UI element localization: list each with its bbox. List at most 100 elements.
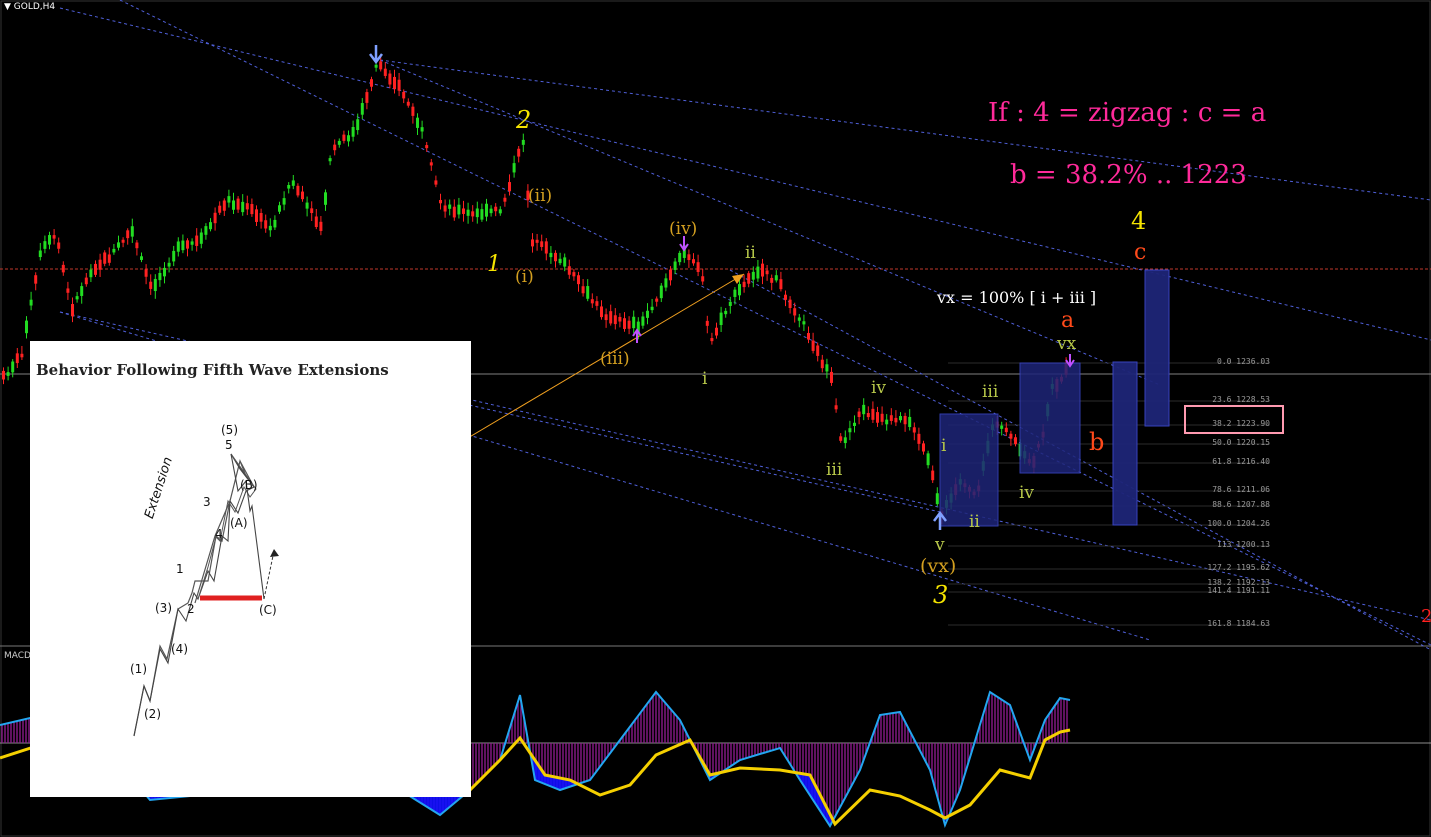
bull-candle bbox=[650, 306, 654, 311]
bull-candle bbox=[558, 258, 562, 264]
bear-candle bbox=[705, 320, 709, 326]
bear-candle bbox=[747, 273, 751, 284]
bull-candle bbox=[181, 240, 185, 251]
bear-candle bbox=[880, 413, 884, 422]
inset-arrow-icon bbox=[270, 549, 279, 557]
bear-candle bbox=[411, 106, 415, 116]
inset-wave-label: (A) bbox=[230, 516, 248, 530]
wave-label-i-sub: i bbox=[941, 436, 947, 456]
bear-candle bbox=[876, 412, 879, 423]
bear-candle bbox=[696, 262, 700, 272]
bear-candle bbox=[894, 417, 898, 423]
bull-candle bbox=[351, 127, 355, 137]
inset-wave-label: (2) bbox=[144, 707, 161, 721]
wave-label-a: a bbox=[1061, 308, 1075, 333]
wave-label-c: c bbox=[1134, 240, 1147, 265]
bull-candle bbox=[347, 135, 350, 142]
bear-candle bbox=[425, 145, 429, 149]
bear-candle bbox=[655, 298, 659, 302]
bear-candle bbox=[779, 279, 783, 290]
bull-candle bbox=[29, 299, 33, 306]
bear-candle bbox=[34, 275, 38, 284]
bull-candle bbox=[498, 209, 502, 214]
bear-candle bbox=[301, 191, 304, 200]
wave-label-2: 2 bbox=[516, 106, 532, 134]
bull-candle bbox=[802, 321, 806, 325]
bear-candle bbox=[692, 259, 695, 264]
bear-candle bbox=[250, 204, 254, 215]
bull-candle bbox=[80, 286, 84, 296]
bull-candle bbox=[176, 241, 180, 252]
bear-candle bbox=[296, 185, 300, 196]
bear-candle bbox=[15, 353, 19, 364]
wave-label-iv-paren: (iv) bbox=[669, 219, 698, 239]
fib-label: 127.2 1195.62 bbox=[1207, 563, 1270, 572]
inset-wave-label: (5) bbox=[221, 423, 238, 437]
bull-candle bbox=[853, 422, 856, 426]
symbol-text: GOLD,H4 bbox=[13, 2, 56, 12]
fib-label: 141.4 1191.11 bbox=[1207, 586, 1270, 595]
bull-candle bbox=[89, 269, 93, 278]
bull-candle bbox=[738, 284, 741, 296]
bull-candle bbox=[489, 208, 493, 214]
bear-candle bbox=[922, 443, 925, 452]
bear-candle bbox=[903, 415, 907, 425]
bull-candle bbox=[305, 202, 309, 209]
bull-candle bbox=[485, 203, 488, 217]
bear-candle bbox=[742, 281, 746, 288]
fib-label: 88.6 1207.88 bbox=[1212, 500, 1270, 509]
bull-candle bbox=[227, 196, 231, 203]
bear-candle bbox=[517, 148, 521, 157]
bull-candle bbox=[112, 248, 116, 253]
bear-candle bbox=[462, 208, 465, 214]
bull-candle bbox=[641, 316, 645, 326]
bull-candle bbox=[664, 278, 668, 288]
bear-candle bbox=[710, 338, 714, 342]
bull-candle bbox=[646, 310, 649, 318]
inset-wave-label: (B) bbox=[240, 478, 258, 492]
bear-candle bbox=[107, 254, 111, 263]
wave-label-edge-2: 2 bbox=[1421, 606, 1431, 627]
bear-candle bbox=[342, 134, 346, 141]
bull-candle bbox=[774, 275, 778, 281]
inset-projection bbox=[263, 550, 275, 600]
bear-candle bbox=[701, 276, 705, 282]
bear-candle bbox=[195, 235, 199, 246]
bull-candle bbox=[659, 285, 663, 299]
bear-candle bbox=[613, 315, 617, 325]
bear-candle bbox=[912, 427, 916, 433]
wave-label-4: 4 bbox=[1131, 207, 1147, 235]
vx-formula: vx = 100% [ i + iii ] bbox=[937, 288, 1097, 307]
bear-candle bbox=[310, 208, 314, 214]
bull-candle bbox=[899, 416, 902, 421]
inset-wave-label: 2 bbox=[187, 602, 195, 616]
bull-candle bbox=[549, 252, 553, 258]
bear-candle bbox=[370, 79, 373, 87]
bear-candle bbox=[784, 294, 787, 300]
bull-candle bbox=[328, 158, 332, 162]
bear-candle bbox=[540, 241, 544, 247]
bull-candle bbox=[43, 241, 47, 249]
inset-wave-label: 3 bbox=[203, 495, 211, 509]
bear-candle bbox=[439, 199, 442, 204]
wave-label-b: b bbox=[1089, 428, 1105, 456]
wave-label-i-minor: i bbox=[702, 369, 708, 389]
bear-candle bbox=[618, 316, 622, 322]
bull-candle bbox=[733, 289, 737, 297]
wave-label-ii-sub: ii bbox=[969, 512, 980, 532]
bear-candle bbox=[218, 205, 222, 213]
bull-candle bbox=[337, 140, 341, 145]
triangle-down-icon[interactable]: ▼ bbox=[4, 2, 14, 12]
bull-candle bbox=[25, 320, 28, 334]
bull-candle bbox=[448, 204, 452, 209]
bear-candle bbox=[245, 203, 249, 210]
symbol-label[interactable]: ▼ GOLD,H4 bbox=[4, 2, 55, 12]
bear-candle bbox=[567, 266, 571, 275]
bear-candle bbox=[816, 345, 820, 356]
bull-candle bbox=[268, 225, 272, 231]
bull-candle bbox=[140, 256, 143, 260]
wave-label-1: 1 bbox=[487, 252, 501, 277]
bull-candle bbox=[475, 208, 479, 218]
bear-candle bbox=[811, 340, 815, 351]
bear-candle bbox=[871, 408, 875, 420]
